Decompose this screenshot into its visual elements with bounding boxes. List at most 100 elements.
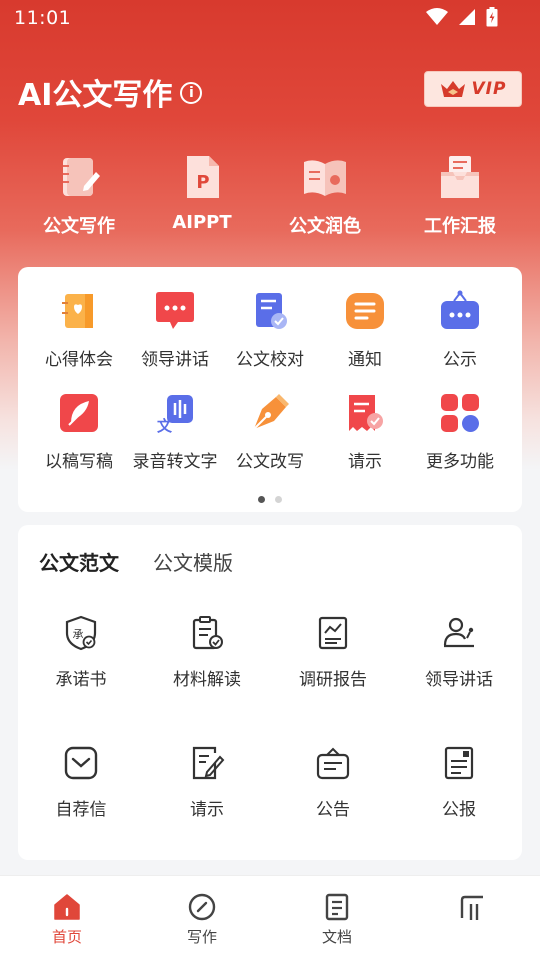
- speaker-podium-icon: [443, 617, 474, 648]
- grid-item-request[interactable]: 请示: [315, 391, 415, 472]
- grid-item-label: 以稿写稿: [45, 452, 113, 472]
- doc-tabs: 公文范文 公文模版: [39, 547, 233, 576]
- doc-item-label: 公告: [316, 800, 350, 820]
- compass-icon: [188, 893, 216, 921]
- ppt-file-icon: P: [187, 156, 219, 198]
- chart-report-icon: [318, 616, 348, 650]
- doc-item-label: 材料解读: [173, 670, 241, 690]
- feather-icon: [60, 394, 98, 432]
- profile-icon: [460, 895, 483, 920]
- nav-label: 写作: [186, 928, 217, 946]
- doc-item-label: 调研报告: [299, 670, 367, 690]
- voice-text-icon: 文: [157, 395, 193, 435]
- grid-item-label: 通知: [348, 350, 382, 370]
- nav-label: 文档: [321, 928, 352, 946]
- svg-text:承: 承: [73, 628, 84, 641]
- doc-item-label: 自荐信: [55, 800, 107, 820]
- feature-label: 工作汇报: [424, 216, 496, 237]
- board-icon: [441, 290, 479, 329]
- crown-icon: [440, 81, 465, 97]
- app-title-text: AI公文写作: [18, 78, 173, 113]
- tab-examples[interactable]: 公文范文: [39, 547, 119, 576]
- grid-item-rewrite[interactable]: 公文改写: [220, 391, 320, 472]
- doc-item-commitment[interactable]: 承 承诺书: [18, 615, 144, 690]
- doc-item-label: 承诺书: [55, 670, 107, 690]
- feature-official-writing[interactable]: 公文写作: [14, 152, 144, 238]
- envelope-icon: [64, 746, 98, 780]
- info-icon[interactable]: i: [180, 82, 203, 104]
- grid-item-voice-to-text[interactable]: 文 录音转文字: [125, 391, 225, 472]
- clipboard-check-icon: [192, 616, 223, 650]
- grid-item-leader-speech[interactable]: 领导讲话: [125, 289, 225, 370]
- doc-item-research-report[interactable]: 调研报告: [270, 615, 396, 690]
- pen-nib-icon: [253, 394, 289, 430]
- page-indicator: [18, 496, 522, 503]
- app-title: AI公文写作 i: [18, 70, 203, 114]
- doc-item-leader-speech[interactable]: 领导讲话: [396, 615, 522, 690]
- grid-item-label: 更多功能: [426, 452, 494, 472]
- feature-label: AIPPT: [172, 212, 232, 233]
- inbox-report-icon: [441, 156, 479, 198]
- page-dot-active[interactable]: [258, 496, 265, 503]
- svg-text:文: 文: [157, 417, 173, 435]
- grid-item-label: 录音转文字: [132, 452, 218, 472]
- feature-polish[interactable]: 公文润色: [260, 152, 390, 238]
- feature-grid-card: 心得体会 领导讲话 公文校对 通知 公示 以稿写稿 文 录音转文字 公文改写 请…: [18, 267, 522, 512]
- doc-item-request[interactable]: 请示: [144, 745, 270, 820]
- shield-seal-icon: 承: [65, 615, 97, 651]
- status-bar: 11:01: [0, 0, 540, 36]
- grid-item-proofread[interactable]: 公文校对: [220, 289, 320, 370]
- document-icon: [325, 893, 349, 921]
- more-grid-icon: [441, 394, 479, 432]
- battery-icon: [486, 7, 498, 27]
- nav-home[interactable]: 首页: [22, 892, 112, 947]
- speech-bubble-icon: [156, 292, 194, 329]
- nav-documents[interactable]: 文档: [292, 892, 382, 947]
- grid-item-public-notice[interactable]: 公示: [410, 289, 510, 370]
- notebook-pen-icon: [63, 158, 100, 196]
- grid-item-label: 领导讲话: [141, 350, 209, 370]
- doc-item-label: 领导讲话: [425, 670, 493, 690]
- notice-icon: [346, 293, 384, 329]
- vip-label: VIP: [471, 79, 507, 99]
- document-examples-card: 公文范文 公文模版 承 承诺书 材料解读 调研报告 领导讲话 自荐信 请示 公告…: [18, 525, 522, 860]
- nav-write[interactable]: 写作: [157, 892, 247, 947]
- status-time: 11:01: [14, 7, 72, 29]
- open-book-icon: [304, 160, 346, 196]
- top-features: 公文写作 P AIPPT 公文润色 工作汇报: [0, 152, 540, 242]
- doc-item-label: 请示: [190, 800, 224, 820]
- doc-item-bulletin[interactable]: 公报: [396, 745, 522, 820]
- tab-templates[interactable]: 公文模版: [153, 547, 233, 576]
- svg-text:P: P: [196, 172, 209, 193]
- doc-item-announcement[interactable]: 公告: [270, 745, 396, 820]
- grid-item-draft-rewrite[interactable]: 以稿写稿: [29, 391, 129, 472]
- heart-notebook-icon: [62, 294, 93, 328]
- doc-edit-icon: [192, 746, 225, 780]
- announcement-icon: [316, 747, 350, 780]
- grid-item-more[interactable]: 更多功能: [410, 391, 510, 472]
- bottom-navigation: 首页 写作 文档: [0, 875, 540, 960]
- grid-item-label: 公文改写: [236, 452, 304, 472]
- feature-work-report[interactable]: 工作汇报: [395, 152, 525, 238]
- page-dot[interactable]: [275, 496, 282, 503]
- doc-item-label: 公报: [442, 800, 476, 820]
- status-icons: [426, 7, 498, 27]
- grid-item-label: 心得体会: [45, 350, 113, 370]
- grid-item-experience[interactable]: 心得体会: [29, 289, 129, 370]
- signal-icon: [459, 9, 475, 25]
- feature-label: 公文润色: [289, 216, 361, 237]
- grid-item-notice[interactable]: 通知: [315, 289, 415, 370]
- nav-label: 首页: [51, 928, 82, 946]
- home-icon: [54, 894, 80, 920]
- feature-aippt[interactable]: P AIPPT: [137, 152, 267, 233]
- doc-item-material-reading[interactable]: 材料解读: [144, 615, 270, 690]
- bulletin-icon: [444, 746, 474, 780]
- grid-item-label: 公文校对: [236, 350, 304, 370]
- receipt-check-icon: [349, 395, 383, 431]
- grid-item-label: 请示: [348, 452, 382, 472]
- vip-button[interactable]: VIP: [424, 71, 522, 107]
- doc-item-self-recommendation[interactable]: 自荐信: [18, 745, 144, 820]
- grid-item-label: 公示: [443, 350, 477, 370]
- wifi-icon: [426, 8, 448, 25]
- nav-profile[interactable]: [427, 892, 517, 926]
